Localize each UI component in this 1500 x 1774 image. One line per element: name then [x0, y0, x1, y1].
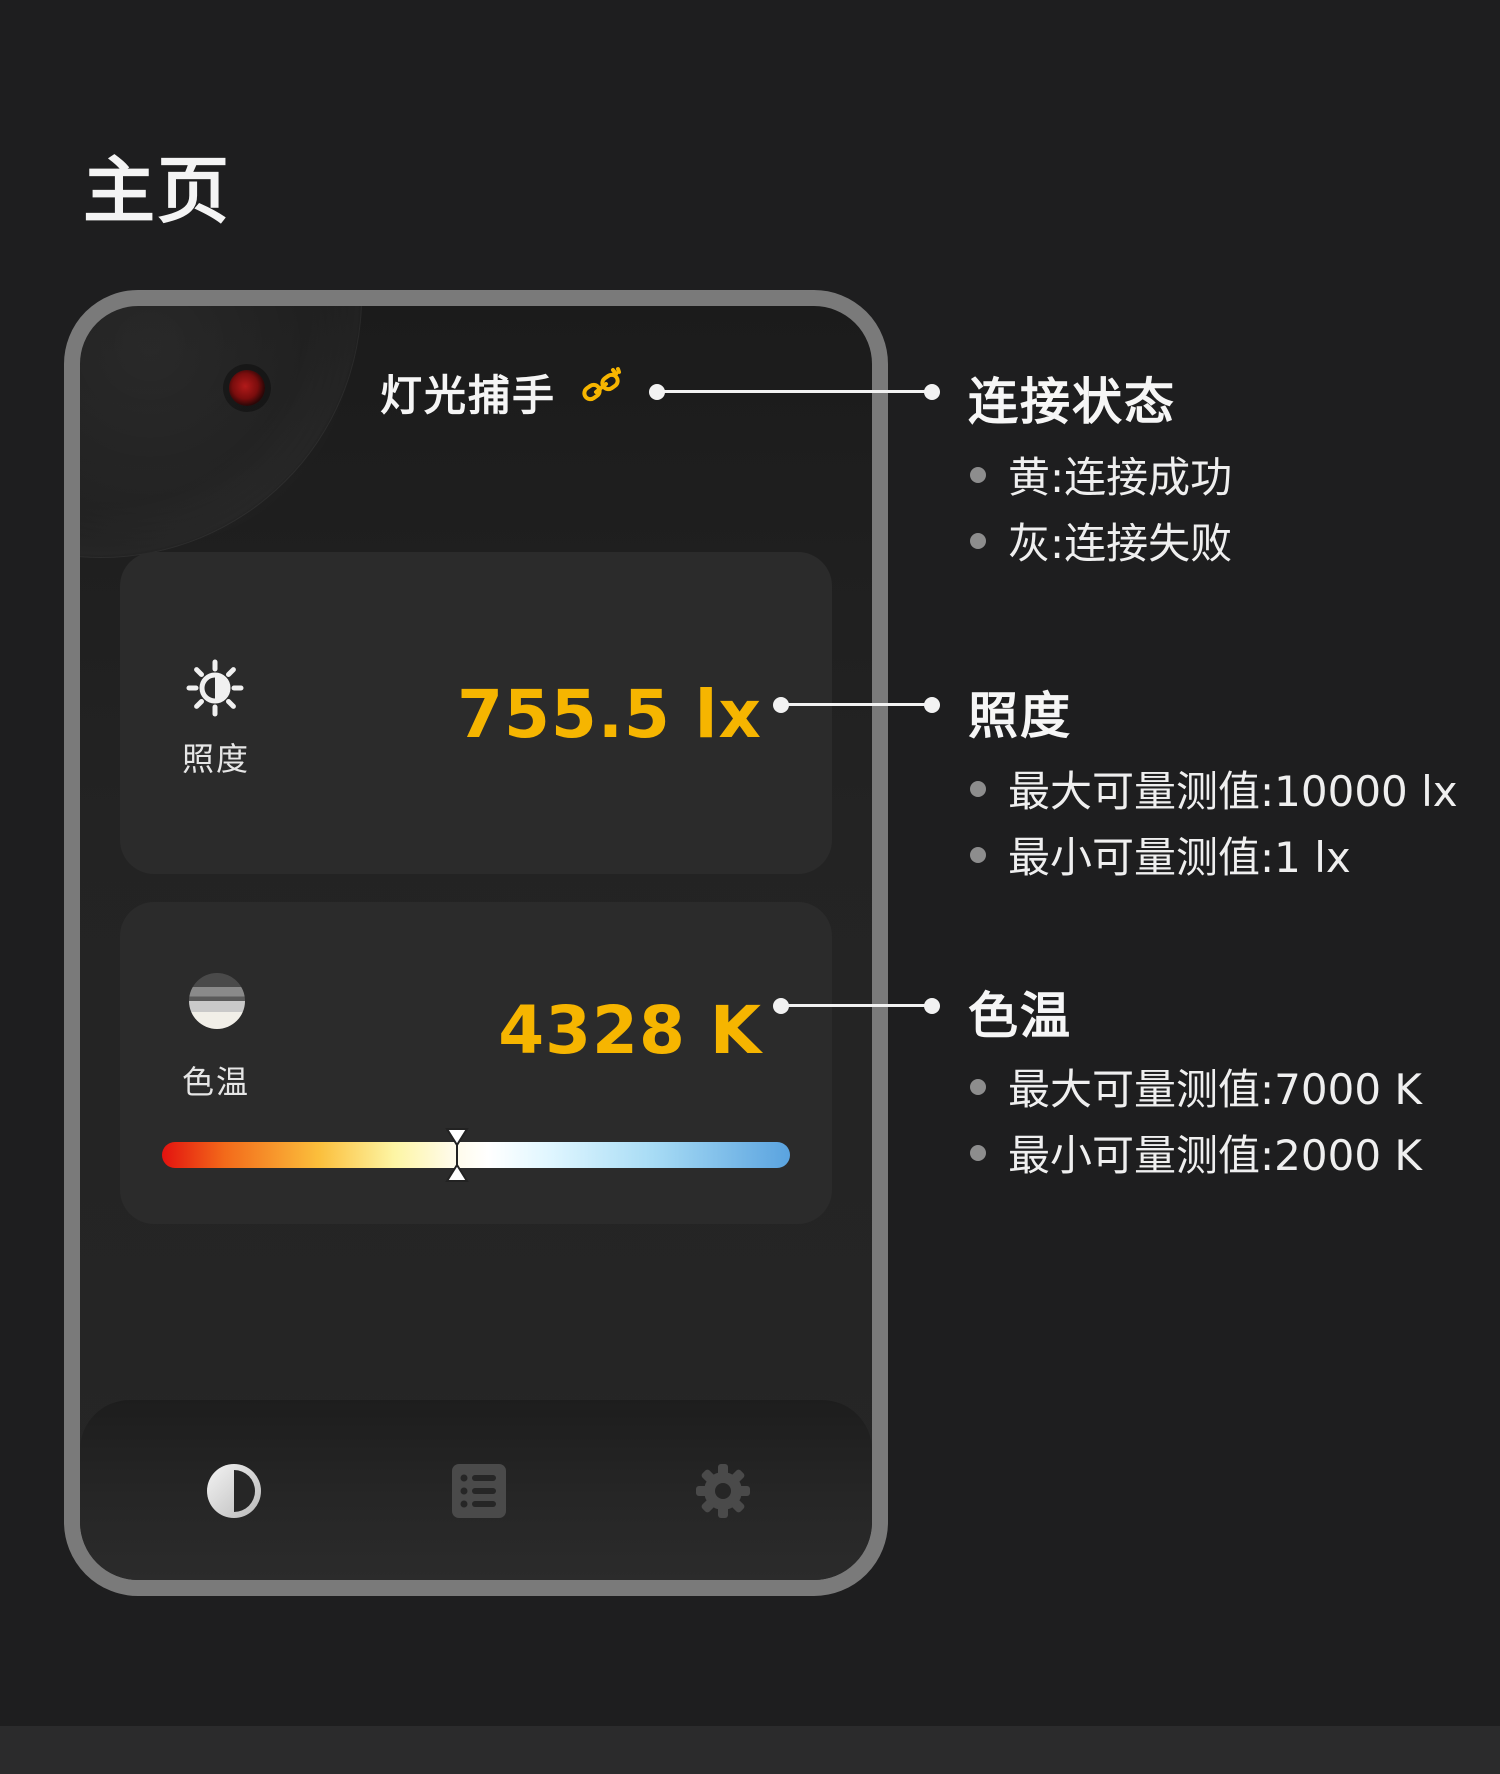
- link-icon[interactable]: [580, 366, 624, 410]
- sun-icon: [186, 659, 244, 717]
- callout-line-color-temperature: [781, 1004, 932, 1007]
- annotation-bullet: 灰:连接失败: [968, 510, 1232, 571]
- bottom-navigation: [80, 1400, 872, 1580]
- annotation-heading-connection: 连接状态: [968, 373, 1176, 431]
- app-title: 灯光捕手: [380, 371, 557, 420]
- half-circle-icon[interactable]: [205, 1462, 263, 1520]
- color-temperature-bar: [162, 1142, 790, 1168]
- bottom-strip: [0, 1726, 1500, 1774]
- callout-dot-color-temperature-end: [924, 998, 940, 1014]
- illuminance-value: 755.5 lx: [457, 676, 762, 753]
- gear-icon[interactable]: [694, 1462, 752, 1520]
- annotation-bullet: 最小可量测值:2000 K: [968, 1122, 1422, 1183]
- list-icon[interactable]: [450, 1462, 508, 1520]
- annotation-bullet: 最大可量测值:7000 K: [968, 1056, 1422, 1117]
- callout-line-illuminance: [781, 703, 932, 706]
- color-temperature-label: 色温: [182, 1063, 251, 1101]
- background-glow: [80, 306, 350, 546]
- illuminance-card[interactable]: 照度 755.5 lx: [120, 552, 832, 874]
- camera-lens: [229, 370, 265, 406]
- color-temperature-marker[interactable]: [445, 1127, 469, 1183]
- annotation-bullet: 最小可量测值:1 lx: [968, 824, 1351, 885]
- callout-dot-illuminance-end: [924, 697, 940, 713]
- color-temperature-icon: [189, 973, 245, 1029]
- annotation-bullet: 黄:连接成功: [968, 444, 1232, 505]
- page-title: 主页: [83, 149, 232, 233]
- annotation-bullet: 最大可量测值:10000 lx: [968, 758, 1458, 819]
- callout-line-connection: [657, 390, 932, 393]
- phone-mockup: 灯光捕手 照度 755.5 lx 色温 4328 K: [64, 290, 888, 1596]
- annotation-heading-illuminance: 照度: [968, 687, 1072, 745]
- color-temperature-card[interactable]: 色温 4328 K: [120, 902, 832, 1224]
- callout-dot-connection-end: [924, 384, 940, 400]
- illuminance-label: 照度: [182, 740, 251, 778]
- color-temperature-value: 4328 K: [498, 992, 762, 1069]
- annotation-heading-color-temperature: 色温: [968, 987, 1072, 1045]
